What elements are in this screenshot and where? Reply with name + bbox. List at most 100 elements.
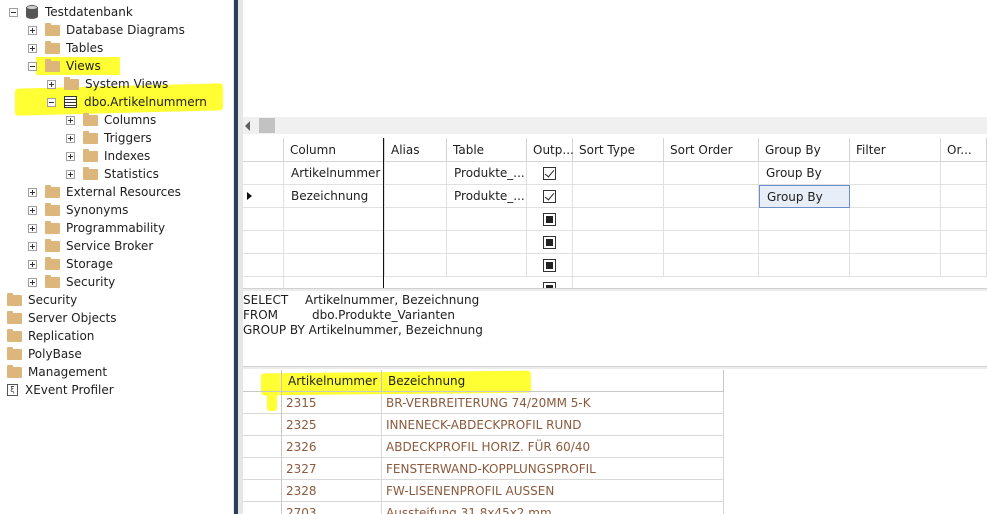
result-cell-bezeichnung[interactable]: ABDECKPROFIL HORIZ. FÜR 60/40 — [382, 436, 724, 458]
criteria-or-cell[interactable] — [941, 208, 987, 231]
criteria-output-cell[interactable] — [527, 162, 573, 185]
tree-node-replication[interactable]: Replication — [7, 327, 95, 345]
criteria-sort-type-cell[interactable] — [573, 231, 664, 254]
tree-node-synonyms[interactable]: Synonyms — [28, 201, 129, 219]
tree-node-statistics[interactable]: Statistics — [66, 165, 160, 183]
column-header-column[interactable]: Column — [284, 138, 385, 162]
row-selector[interactable] — [243, 231, 284, 254]
criteria-group-by-cell[interactable] — [759, 208, 850, 231]
tree-node-view-artikelnummern[interactable]: dbo.Artikelnummern — [47, 93, 208, 111]
result-row-selector[interactable] — [243, 414, 282, 436]
column-header-output[interactable]: Outp... — [527, 138, 574, 162]
expand-icon[interactable] — [66, 151, 75, 161]
result-cell-bezeichnung[interactable]: Aussteifung 31,8x45x2 mm — [382, 502, 724, 514]
expand-icon[interactable] — [66, 169, 75, 179]
row-selector[interactable] — [243, 254, 284, 277]
result-cell-bezeichnung[interactable]: BR-VERBREITERUNG 74/20MM 5-K — [382, 392, 724, 414]
criteria-group-by-cell[interactable] — [759, 254, 850, 277]
row-selector[interactable] — [243, 208, 284, 231]
criteria-table-cell[interactable] — [447, 254, 527, 277]
column-header-sort-order[interactable]: Sort Order — [664, 138, 759, 162]
criteria-group-by-cell[interactable]: Group By — [759, 162, 850, 185]
criteria-column-cell[interactable]: Artikelnummer — [284, 162, 385, 185]
expand-icon[interactable] — [28, 205, 37, 215]
criteria-alias-cell[interactable] — [385, 254, 447, 277]
criteria-output-cell[interactable] — [527, 208, 573, 231]
tree-node-database-diagrams[interactable]: Database Diagrams — [28, 21, 186, 39]
result-cell-artikelnummer[interactable]: 2703 — [282, 502, 382, 514]
criteria-table-cell[interactable]: Produkte_... — [447, 185, 527, 208]
row-selector[interactable] — [243, 162, 284, 185]
expand-icon[interactable] — [28, 241, 37, 251]
criteria-sort-type-cell[interactable] — [573, 185, 664, 208]
criteria-column-cell[interactable]: Bezeichnung — [284, 185, 385, 208]
expand-icon[interactable] — [28, 43, 37, 53]
criteria-filter-cell[interactable] — [850, 208, 941, 231]
output-checkbox[interactable] — [543, 235, 556, 249]
tree-node-management[interactable]: Management — [7, 363, 108, 381]
tree-node-xevent-profiler[interactable]: ξ XEvent Profiler — [7, 381, 115, 399]
column-header-table[interactable]: Table — [447, 138, 527, 162]
expand-icon[interactable] — [28, 223, 37, 233]
output-checkbox[interactable] — [543, 212, 556, 226]
result-cell-artikelnummer[interactable]: 2327 — [282, 458, 382, 480]
result-header-bezeichnung[interactable]: Bezeichnung — [382, 370, 724, 392]
tree-node-server-objects[interactable]: Server Objects — [7, 309, 118, 327]
result-cell-artikelnummer[interactable]: 2326 — [282, 436, 382, 458]
tree-node-polybase[interactable]: PolyBase — [7, 345, 83, 363]
column-header-or[interactable]: Or... — [941, 138, 987, 162]
criteria-alias-cell[interactable] — [385, 162, 447, 185]
column-header-group-by[interactable]: Group By — [759, 138, 850, 162]
tree-node-server-security[interactable]: Security — [7, 291, 78, 309]
tree-node-tables[interactable]: Tables — [28, 39, 104, 57]
criteria-group-by-cell[interactable]: Group By — [759, 185, 850, 208]
criteria-filter-cell[interactable] — [850, 231, 941, 254]
criteria-table-cell[interactable] — [447, 231, 527, 254]
result-cell-bezeichnung[interactable]: INNENECK-ABDECKPROFIL RUND — [382, 414, 724, 436]
scroll-left-icon[interactable] — [245, 121, 250, 131]
criteria-alias-cell[interactable] — [385, 231, 447, 254]
criteria-sort-order-cell[interactable] — [664, 162, 759, 185]
expand-icon[interactable] — [28, 277, 37, 287]
tree-node-system-views[interactable]: System Views — [47, 75, 169, 93]
criteria-sort-order-cell[interactable] — [664, 254, 759, 277]
expand-icon[interactable] — [66, 115, 75, 125]
criteria-filter-cell[interactable] — [850, 185, 941, 208]
criteria-sort-type-cell[interactable] — [573, 162, 664, 185]
output-checkbox[interactable] — [543, 166, 556, 180]
criteria-sort-order-cell[interactable] — [664, 231, 759, 254]
tree-node-indexes[interactable]: Indexes — [66, 147, 151, 165]
expand-icon[interactable] — [28, 259, 37, 269]
tree-node-storage[interactable]: Storage — [28, 255, 114, 273]
criteria-sort-order-cell[interactable] — [664, 208, 759, 231]
criteria-sort-order-cell[interactable] — [664, 185, 759, 208]
column-header-alias[interactable]: Alias — [385, 138, 447, 162]
criteria-sort-type-cell[interactable] — [573, 208, 664, 231]
tree-node-views[interactable]: Views — [28, 57, 102, 75]
criteria-filter-cell[interactable] — [850, 254, 941, 277]
tree-node-database[interactable]: Testdatenbank — [9, 3, 134, 21]
criteria-table-cell[interactable] — [447, 208, 527, 231]
criteria-alias-cell[interactable] — [385, 208, 447, 231]
criteria-sort-type-cell[interactable] — [573, 254, 664, 277]
criteria-or-cell[interactable] — [941, 231, 987, 254]
criteria-table-cell[interactable]: Produkte_... — [447, 162, 527, 185]
expand-icon[interactable] — [28, 25, 37, 35]
tree-node-triggers[interactable]: Triggers — [66, 129, 153, 147]
output-checkbox[interactable] — [543, 189, 556, 203]
result-cell-bezeichnung[interactable]: FENSTERWAND-KOPPLUNGSPROFIL — [382, 458, 724, 480]
tree-node-external-resources[interactable]: External Resources — [28, 183, 182, 201]
result-row-selector[interactable] — [243, 436, 282, 458]
expand-icon[interactable] — [66, 133, 75, 143]
criteria-column-cell[interactable] — [284, 231, 385, 254]
result-row-selector[interactable] — [243, 458, 282, 480]
result-cell-artikelnummer[interactable]: 2315 — [282, 392, 382, 414]
criteria-group-by-cell[interactable] — [759, 231, 850, 254]
horizontal-scrollbar[interactable] — [243, 117, 987, 134]
criteria-column-cell[interactable] — [284, 254, 385, 277]
criteria-or-cell[interactable] — [941, 185, 987, 208]
expand-icon[interactable] — [47, 79, 56, 89]
tree-node-db-security[interactable]: Security — [28, 273, 116, 291]
column-header-sort-type[interactable]: Sort Type — [573, 138, 664, 162]
tree-node-programmability[interactable]: Programmability — [28, 219, 166, 237]
